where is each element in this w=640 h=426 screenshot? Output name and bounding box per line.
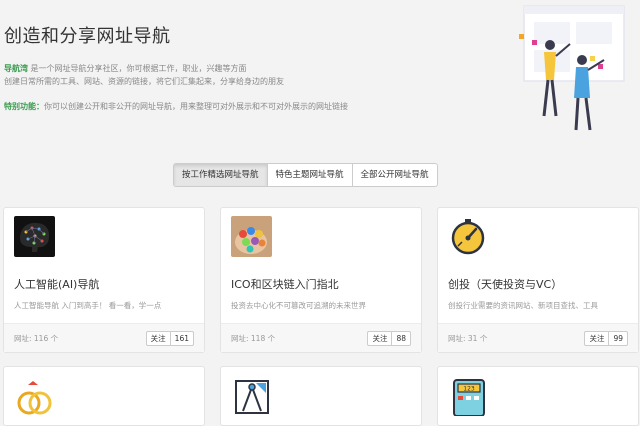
follow-count: 99 [613,334,623,343]
nav-card-ico-blockchain[interactable]: ICO和区块链入门指北 投资去中心化不可篡改可追溯的未来世界 网址: 118 个… [220,207,422,353]
url-count: 网址: 31 个 [448,334,488,343]
intro-line-2: 创建日常所需的工具、网站、资源的链接，将它们汇集起来，分享给身边的朋友 [4,77,284,86]
card-footer: 网址: 118 个 关注 88 [221,323,421,352]
card-footer: 网址: 116 个 关注 161 [4,323,204,352]
follow-button[interactable]: 关注 99 [584,331,628,346]
tab-work-curated[interactable]: 按工作精选网址导航 [174,164,268,186]
nav-card-design[interactable] [220,366,422,426]
intro-text: 导航湾 是一个网址导航分享社区，你可根据工作，职业，兴趣等方面 创建日常所需的工… [4,62,284,88]
follow-label: 关注 [147,332,171,345]
follow-button[interactable]: 关注 88 [367,331,411,346]
url-count: 网址: 116 个 [14,334,59,343]
card-title[interactable]: 人工智能(AI)导航 [14,276,99,292]
follow-count: 88 [396,334,406,343]
follow-button[interactable]: 关注 161 [145,331,194,346]
card-description: 人工智能导航 入门到高手！ 看一看，学一点 [14,301,162,310]
follow-count: 161 [174,334,189,343]
rings-icon [14,375,55,416]
feature-text: 特别功能：你可以创建公开和非公开的网址导航，用来整理可对外展示和不可对外展示的网… [4,101,348,112]
follow-label: 关注 [585,332,610,345]
svg-text:123: 123 [463,386,475,393]
tab-featured-themes[interactable]: 特色主题网址导航 [268,164,353,186]
feature-label: 特别功能： [4,102,44,111]
hero-illustration [519,5,625,131]
tab-all-public[interactable]: 全部公开网址导航 [353,164,437,186]
card-title[interactable]: ICO和区块链入门指北 [231,276,339,292]
follow-label: 关注 [368,332,393,345]
card-footer: 网址: 31 个 关注 99 [438,323,638,352]
calculator-icon: 123 [448,375,489,417]
blockchain-thumbnail [231,216,272,257]
nav-card-venture[interactable]: 创投（天使投资与VC） 创投行业需要的资讯网站、新项目查找、工具 网址: 31 … [437,207,639,353]
venture-gauge-thumbnail [448,216,489,257]
nav-card-rings[interactable] [3,366,205,426]
brand-name: 导航湾 [4,64,28,73]
url-count: 网址: 118 个 [231,334,276,343]
compass-icon [231,375,272,416]
nav-card-calculator[interactable]: 123 [437,366,639,426]
page-title: 创造和分享网址导航 [4,26,171,47]
tab-bar: 按工作精选网址导航 特色主题网址导航 全部公开网址导航 [173,163,438,187]
card-title[interactable]: 创投（天使投资与VC） [448,276,562,292]
ai-brain-thumbnail [14,216,55,257]
hero-section: 创造和分享网址导航 导航湾 是一个网址导航分享社区，你可根据工作，职业，兴趣等方… [0,0,640,145]
intro-line-1: 是一个网址导航分享社区，你可根据工作，职业，兴趣等方面 [30,64,247,73]
feature-description: 你可以创建公开和非公开的网址导航，用来整理可对外展示和不可对外展示的网址链接 [44,102,348,111]
nav-card-ai[interactable]: 人工智能(AI)导航 人工智能导航 入门到高手！ 看一看，学一点 网址: 116… [3,207,205,353]
card-description: 创投行业需要的资讯网站、新项目查找、工具 [448,301,598,310]
card-description: 投资去中心化不可篡改可追溯的未来世界 [231,301,366,310]
